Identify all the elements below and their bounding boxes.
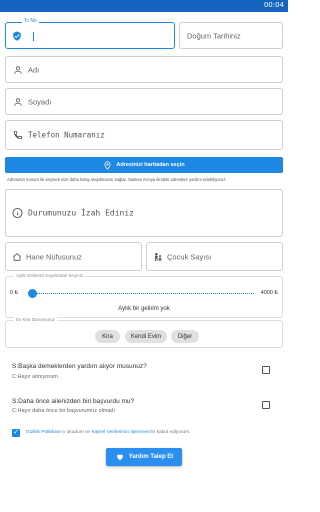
children-field[interactable]: Çocuk Sayısı <box>146 242 283 271</box>
question-2-checkbox[interactable] <box>262 401 270 409</box>
phone-icon <box>13 130 23 140</box>
first-name-field[interactable]: Adı <box>5 56 283 83</box>
request-help-label: Yardım Talep Et <box>128 454 174 460</box>
situation-placeholder: Durumunuzu İzah Ediniz <box>28 208 134 218</box>
income-max-label: 4000 ₺ <box>260 290 278 296</box>
last-name-field[interactable]: Soyadı <box>5 88 283 115</box>
phone-placeholder: Telefon Numaranız <box>28 130 105 140</box>
income-slider-group: Aylık Gelirinizi Kaydırarak Seçiniz 0 ₺ … <box>5 273 283 318</box>
shield-check-icon <box>13 30 21 41</box>
answer-2: C:Hayır daha önce bir başvurumuz olmadı <box>12 408 116 414</box>
household-field[interactable]: Hane Nüfusunuz <box>5 242 142 271</box>
children-placeholder: Çocuk Sayısı <box>167 252 212 261</box>
birth-date-placeholder: Doğum Tarihiniz <box>187 31 241 40</box>
income-slider-thumb[interactable] <box>28 289 37 298</box>
person-icon <box>14 97 22 106</box>
select-address-on-map-button[interactable]: Adresinizi haritadan seçin <box>5 157 283 173</box>
housing-chip-own-home[interactable]: Kendi Evim <box>125 330 167 343</box>
question-1-checkbox[interactable] <box>262 366 270 374</box>
last-name-placeholder: Soyadı <box>28 97 52 106</box>
personal-data-link[interactable]: Kişisel Verilerimin İşlenmesi <box>91 430 150 435</box>
consent-text: Gizlilik Politikası'nı okudum ve Kişisel… <box>26 430 191 435</box>
first-name-placeholder: Adı <box>28 65 40 74</box>
home-icon <box>12 252 22 261</box>
text-cursor <box>33 32 34 41</box>
tc-no-label: Tc No <box>22 18 39 24</box>
add-location-icon <box>104 160 111 170</box>
income-legend: Aylık Gelirinizi Kaydırarak Seçiniz <box>14 273 85 278</box>
question-1: S:Başka demeklerden yardım alıyor musunu… <box>12 363 147 370</box>
income-min-label: 0 ₺ <box>10 290 19 296</box>
question-2: S:Daha önce ailenizden biri başvurdu mu? <box>12 398 135 405</box>
privacy-policy-link[interactable]: Gizlilik Politikası <box>26 430 60 435</box>
situation-field[interactable]: Durumunuzu İzah Ediniz <box>5 189 283 237</box>
birth-date-field[interactable]: Doğum Tarihiniz <box>179 22 283 49</box>
housing-chip-rent[interactable]: Kira <box>95 330 120 343</box>
family-icon <box>155 252 162 261</box>
income-value-text: Aylık bir gelirim yok <box>118 306 170 312</box>
map-note: Adresinizi konum ile seçmek size daha ko… <box>7 177 227 182</box>
status-bar: 00:04 <box>0 0 288 12</box>
housing-status-group: Ev Kira Durumunuz Kira Kendi Evim Diğer <box>5 317 283 348</box>
status-time: 00:04 <box>263 1 284 9</box>
phone-field[interactable]: Telefon Numaranız <box>5 120 283 150</box>
housing-legend: Ev Kira Durumunuz <box>14 317 58 322</box>
answer-1: C:Hayır almıyorum <box>12 374 58 380</box>
tc-no-field[interactable]: Tc No <box>5 18 175 49</box>
request-help-button[interactable]: Yardım Talep Et <box>106 448 182 466</box>
consent-checkbox[interactable]: ✓ <box>12 429 20 437</box>
map-button-label: Adresinizi haritadan seçin <box>116 162 185 168</box>
income-slider-track[interactable] <box>32 293 254 295</box>
housing-chip-other[interactable]: Diğer <box>171 330 199 343</box>
heart-hand-icon <box>116 454 123 461</box>
person-icon <box>14 65 22 74</box>
info-icon <box>12 207 23 219</box>
household-placeholder: Hane Nüfusunuz <box>26 252 82 261</box>
